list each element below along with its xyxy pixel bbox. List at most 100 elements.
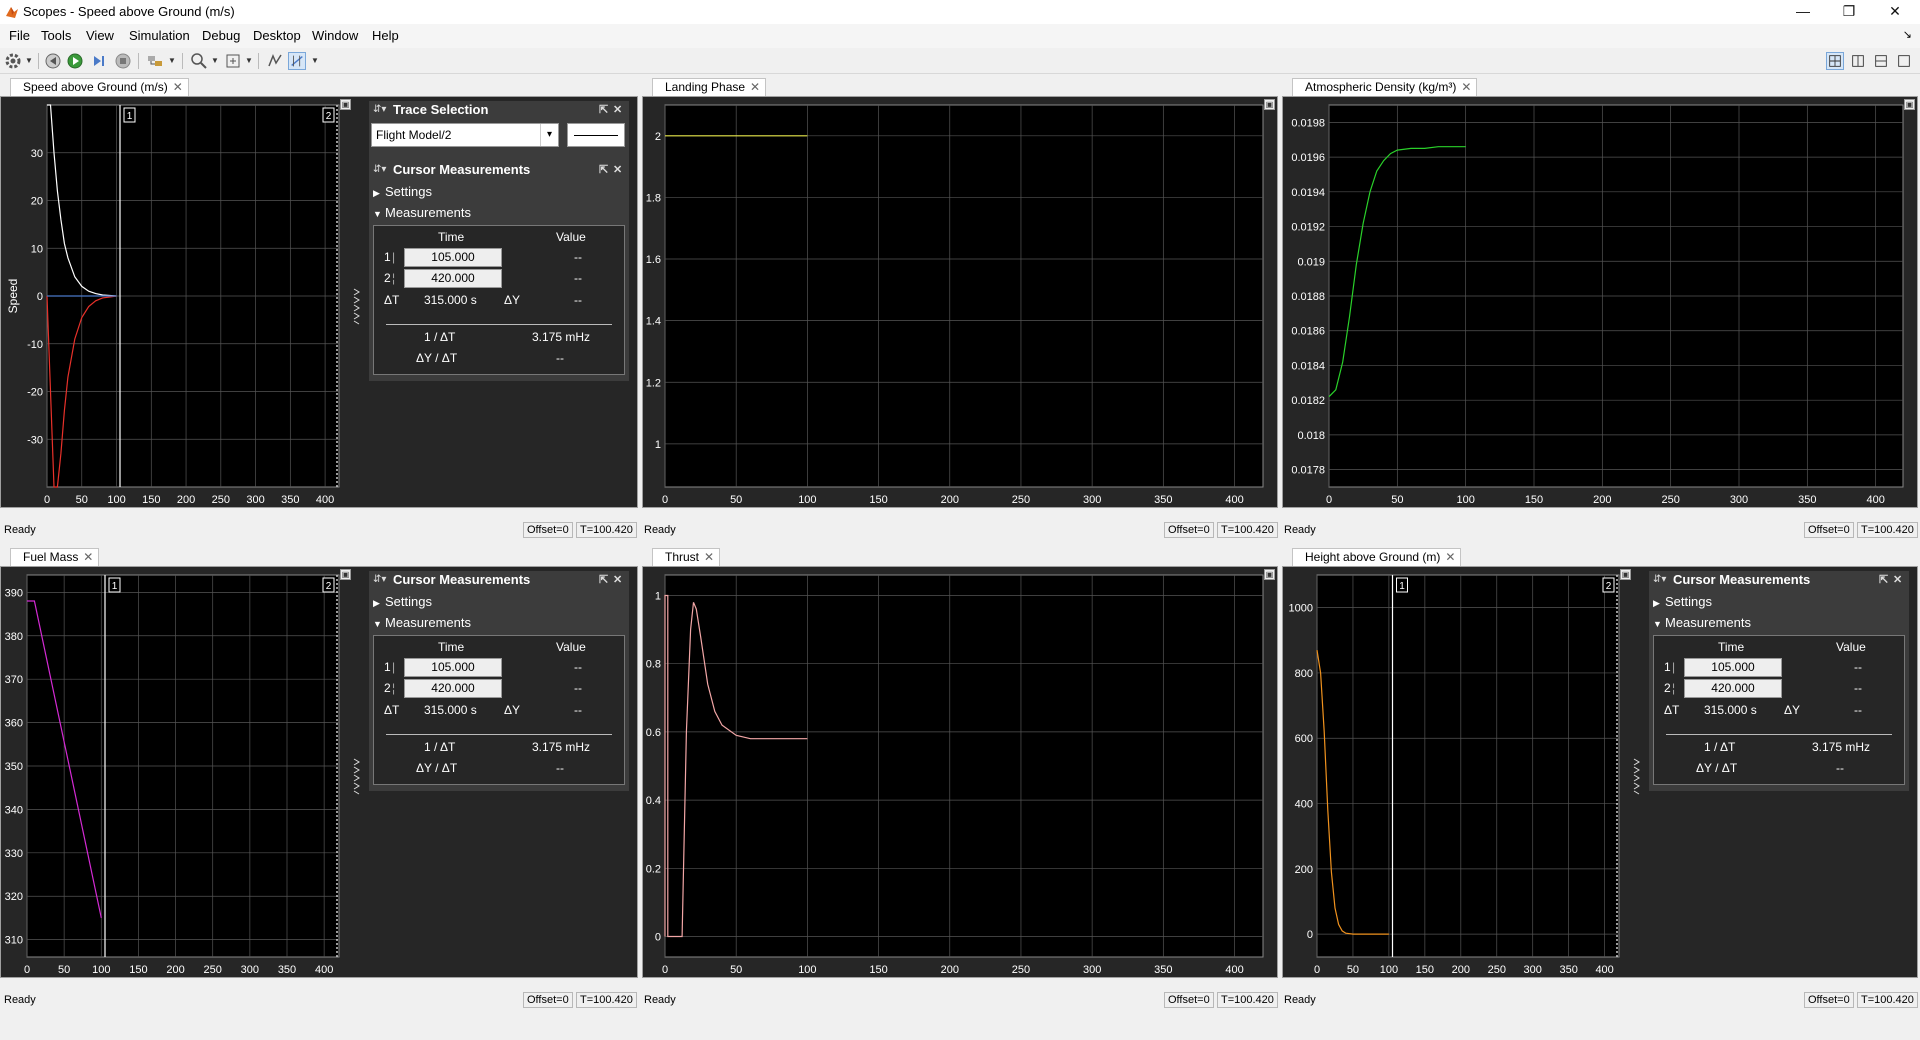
undock-panel-icon[interactable]: ⇱ <box>599 161 608 179</box>
cursor2-time-input[interactable]: 420.000 <box>1684 679 1782 698</box>
fit-to-view-icon[interactable] <box>224 52 242 70</box>
y-tick-label: 600 <box>1295 733 1313 745</box>
measurements-dropdown-icon[interactable]: ▼ <box>311 52 319 70</box>
menu-tools[interactable]: Tools <box>41 28 71 43</box>
settings-section[interactable]: ▶ Settings <box>373 181 625 202</box>
tab-atmospheric-density[interactable]: Atmospheric Density (kg/m³) ✕ <box>1292 78 1478 96</box>
chevron-down-icon[interactable]: ▾ <box>540 124 558 146</box>
fit-dropdown-icon[interactable]: ▼ <box>245 52 253 70</box>
speed-chart[interactable]: 0 50 100 150 200 250 300 350 400 -30 -20 -10 0 10 20 30… <box>1 97 361 507</box>
x-tick-label: 400 <box>1225 494 1243 506</box>
close-tab-icon[interactable]: ✕ <box>704 549 714 566</box>
menu-help[interactable]: Help <box>372 28 399 43</box>
triggers-icon[interactable] <box>266 52 284 70</box>
line-style-preview[interactable] <box>567 123 625 147</box>
close-panel-icon[interactable]: ✕ <box>613 571 622 589</box>
density-scope-panel: Atmospheric Density (kg/m³) ✕ 0 50 100 150 20… <box>1280 74 1920 544</box>
undock-icon[interactable]: ▣ <box>1904 99 1915 110</box>
thrust-chart[interactable]: 0 50 100 150 200 250 300 350 400 0 0.2 0.4 0.6 0.8 1 <box>643 567 1277 977</box>
fuel-mass-chart[interactable]: 0 50 100 150 200 250 300 350 400 310 320 330 340 350 3… <box>1 567 361 977</box>
atmospheric-density-chart[interactable]: 0 50 100 150 200 250 300 350 400 0.0178 0.018 0.018… <box>1283 97 1917 507</box>
minimize-button[interactable]: — <box>1780 0 1826 24</box>
settings-section[interactable]: ▶ Settings <box>1653 591 1905 612</box>
pin-icon[interactable]: ⇵▾ <box>373 101 386 119</box>
dock-arrow-icon[interactable]: ↘ <box>1903 28 1912 41</box>
undock-icon[interactable]: ▣ <box>340 569 351 580</box>
close-tab-icon[interactable]: ✕ <box>1445 549 1455 566</box>
run-icon[interactable] <box>66 52 84 70</box>
pin-icon[interactable]: ⇵▾ <box>1653 571 1666 589</box>
menu-file[interactable]: File <box>9 28 30 43</box>
landing-phase-chart[interactable]: 0 50 100 150 200 250 300 350 400 1 1.2 1.4 1.6 1.8 2 <box>643 97 1277 507</box>
height-above-ground-chart[interactable]: 0 50 100 150 200 250 300 350 400 0 200 400 600 800 100… <box>1283 567 1643 977</box>
undock-panel-icon[interactable]: ⇱ <box>599 571 608 589</box>
undock-panel-icon[interactable]: ⇱ <box>599 101 608 119</box>
settings-gear-icon[interactable] <box>4 52 22 70</box>
undock-icon[interactable]: ▣ <box>1264 99 1275 110</box>
x-tick-label: 350 <box>1154 494 1172 506</box>
tab-speed[interactable]: Speed above Ground (m/s) ✕ <box>10 78 189 96</box>
cursor-label-2: 2 <box>1606 581 1612 592</box>
layout-grid-icon[interactable] <box>1826 52 1844 70</box>
cursor1-time-input[interactable]: 105.000 <box>404 658 502 677</box>
expand-right-icon: ▶ <box>373 598 380 608</box>
y-tick-label: 0.2 <box>646 863 661 875</box>
stop-icon[interactable] <box>114 52 132 70</box>
zoom-icon[interactable] <box>190 52 208 70</box>
close-panel-icon[interactable]: ✕ <box>1893 571 1902 589</box>
cursor1-time-input[interactable]: 105.000 <box>404 248 502 267</box>
close-window-button[interactable]: ✕ <box>1872 0 1918 24</box>
layout-columns-icon[interactable] <box>1849 52 1867 70</box>
layout-single-icon[interactable] <box>1895 52 1913 70</box>
status-time: T=100.420 <box>1217 522 1278 538</box>
menu-desktop[interactable]: Desktop <box>253 28 301 43</box>
measurements-section[interactable]: ▼ Measurements <box>1653 612 1905 633</box>
x-tick-label: 300 <box>1083 494 1101 506</box>
undock-icon[interactable]: ▣ <box>1620 569 1631 580</box>
close-panel-icon[interactable]: ✕ <box>613 101 622 119</box>
cursor2-label: 2 <box>1664 681 1671 695</box>
zoom-dropdown-icon[interactable]: ▼ <box>211 52 219 70</box>
trace-select[interactable]: Flight Model/2 ▾ <box>371 123 559 147</box>
layout-rows-icon[interactable] <box>1872 52 1890 70</box>
menu-simulation[interactable]: Simulation <box>129 28 190 43</box>
settings-section[interactable]: ▶ Settings <box>373 591 625 612</box>
tab-landing-phase[interactable]: Landing Phase ✕ <box>652 78 767 96</box>
cursor-measurements-icon[interactable] <box>288 52 306 70</box>
cursor1-time-input[interactable]: 105.000 <box>1684 658 1782 677</box>
tab-fuel-mass[interactable]: Fuel Mass ✕ <box>10 548 100 566</box>
highlight-block-icon[interactable] <box>146 52 164 70</box>
cursor-measurements-body: ▶ Settings ▼ Measurements Time Value 1 | 1… <box>369 589 629 791</box>
close-tab-icon[interactable]: ✕ <box>173 79 183 96</box>
menu-debug[interactable]: Debug <box>202 28 240 43</box>
cursor2-time-input[interactable]: 420.000 <box>404 679 502 698</box>
dy-dt-label: ΔY / ΔT <box>1696 761 1738 775</box>
undock-panel-icon[interactable]: ⇱ <box>1879 571 1888 589</box>
undock-icon[interactable]: ▣ <box>1264 569 1275 580</box>
close-tab-icon[interactable]: ✕ <box>83 549 93 566</box>
panel-grip-icon[interactable] <box>353 287 361 327</box>
menu-window[interactable]: Window <box>312 28 358 43</box>
close-panel-icon[interactable]: ✕ <box>613 161 622 179</box>
measurements-section[interactable]: ▼ Measurements <box>373 202 625 223</box>
status-bar: Ready Offset=0 T=100.420 <box>640 990 1280 1010</box>
close-tab-icon[interactable]: ✕ <box>750 79 760 96</box>
cursor2-time-input[interactable]: 420.000 <box>404 269 502 288</box>
measurements-section[interactable]: ▼ Measurements <box>373 612 625 633</box>
tab-thrust[interactable]: Thrust ✕ <box>652 548 721 566</box>
step-forward-icon[interactable] <box>90 52 108 70</box>
pin-icon[interactable]: ⇵▾ <box>373 571 386 589</box>
tab-height-above-ground[interactable]: Height above Ground (m) ✕ <box>1292 548 1462 566</box>
menu-view[interactable]: View <box>86 28 114 43</box>
undock-icon[interactable]: ▣ <box>340 99 351 110</box>
panel-grip-icon[interactable] <box>1633 757 1641 797</box>
panel-grip-icon[interactable] <box>353 757 361 797</box>
pin-icon[interactable]: ⇵▾ <box>373 161 386 179</box>
settings-dropdown-icon[interactable]: ▼ <box>25 52 33 70</box>
highlight-dropdown-icon[interactable]: ▼ <box>168 52 176 70</box>
restore-button[interactable]: ❐ <box>1826 0 1872 24</box>
step-back-icon[interactable] <box>44 52 62 70</box>
menu-bar: File Tools View Simulation Debug Desktop… <box>0 24 1920 48</box>
close-tab-icon[interactable]: ✕ <box>1461 79 1471 96</box>
x-tick-label: 150 <box>869 494 887 506</box>
